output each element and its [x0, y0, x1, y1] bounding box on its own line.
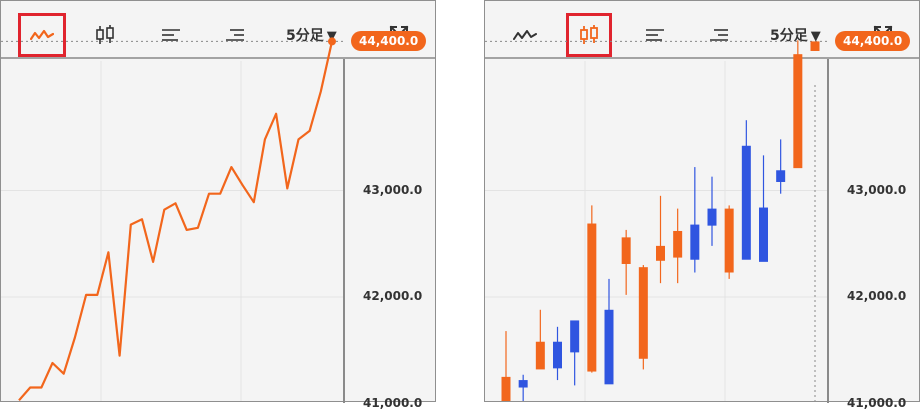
candlestick-chart [485, 40, 827, 401]
y-axis-tick-label: 42,000.0 [847, 289, 907, 303]
candle-body [673, 230, 683, 258]
candle-body [587, 223, 597, 372]
y-axis-tick-label: 43,000.0 [363, 182, 423, 197]
candle-body [776, 170, 786, 182]
y-axis-tick-label: 42,000.0 [363, 289, 423, 303]
candlestick-chart-panel: 5分足 ▼ 44,400.0 43,000.0 42,000.0 41,000.0 [484, 0, 920, 410]
candle-body [570, 320, 580, 353]
line-chart-panel: 5分足 ▼ 44,400.0 43,000.0 42,000.0 41,000.0 [0, 0, 436, 410]
candle-body [793, 54, 803, 169]
price-axis-line [827, 59, 829, 403]
y-axis-tick-label: 41,000.0 [847, 395, 907, 410]
current-price-badge: 44,400.0 [351, 31, 427, 52]
candle-body [810, 41, 820, 51]
candle-body [535, 341, 545, 370]
candle-body [501, 376, 511, 401]
candle-body [518, 380, 528, 388]
candle-body [759, 207, 768, 262]
candle-body [741, 145, 751, 260]
candle-body [724, 208, 734, 273]
candle-body [656, 245, 665, 261]
candle-body [604, 309, 614, 385]
candle-body [707, 208, 717, 226]
current-price-badge: 44,400.0 [835, 31, 911, 52]
y-axis-tick-label: 41,000.0 [363, 395, 423, 410]
candle-body [638, 267, 648, 359]
candle-body [553, 341, 562, 369]
last-price-marker [328, 37, 336, 46]
price-axis-line [343, 59, 345, 403]
price-line-series [18, 41, 334, 401]
y-axis-tick-label: 43,000.0 [847, 182, 907, 197]
candle-body [690, 224, 700, 260]
line-chart [1, 37, 343, 401]
candle-body [621, 237, 631, 264]
